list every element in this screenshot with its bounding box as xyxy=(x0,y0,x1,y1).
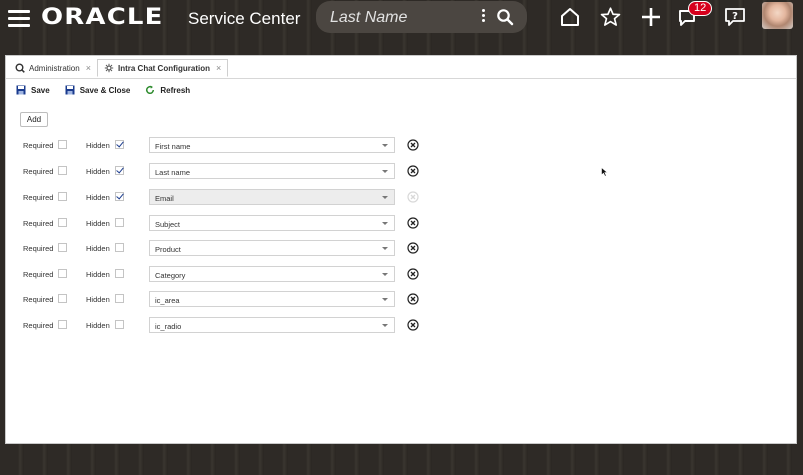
required-label: Required xyxy=(23,295,54,304)
search-bar xyxy=(316,1,527,33)
hidden-label: Hidden xyxy=(86,321,110,330)
list-item: Required Hidden First name xyxy=(6,137,426,155)
field-select[interactable]: First name xyxy=(149,137,395,153)
refresh-button[interactable]: Refresh xyxy=(145,85,190,95)
field-select[interactable]: Last name xyxy=(149,163,395,179)
save-and-close-button[interactable]: Save & Close xyxy=(65,85,130,95)
search-icon[interactable] xyxy=(496,8,514,26)
hidden-label: Hidden xyxy=(86,244,110,253)
required-checkbox[interactable] xyxy=(58,218,67,227)
user-avatar[interactable] xyxy=(762,2,793,29)
product-name: Service Center xyxy=(188,9,301,28)
required-label: Required xyxy=(23,270,54,279)
close-icon[interactable]: × xyxy=(216,63,221,73)
chevron-down-icon xyxy=(382,170,388,173)
hidden-label: Hidden xyxy=(86,270,110,279)
tab-label: Intra Chat Configuration xyxy=(118,63,210,73)
required-checkbox[interactable] xyxy=(58,192,67,201)
remove-icon[interactable] xyxy=(407,217,419,229)
close-icon[interactable]: × xyxy=(86,63,91,73)
required-checkbox[interactable] xyxy=(58,243,67,252)
required-checkbox[interactable] xyxy=(58,166,67,175)
chevron-down-icon xyxy=(382,298,388,301)
remove-icon[interactable] xyxy=(407,242,419,254)
chevron-down-icon xyxy=(382,196,388,199)
help-icon[interactable]: ? xyxy=(724,6,746,28)
notification-badge[interactable]: 12 xyxy=(688,1,713,16)
tab-intra-chat-configuration[interactable]: Intra Chat Configuration × xyxy=(97,59,229,77)
list-item: Required Hidden Email xyxy=(6,189,426,207)
field-select: Email xyxy=(149,189,395,205)
remove-icon[interactable] xyxy=(407,165,419,177)
hidden-checkbox[interactable] xyxy=(115,140,124,149)
home-icon[interactable] xyxy=(559,6,581,28)
search-options-icon[interactable] xyxy=(482,9,486,25)
list-item: Required Hidden Subject xyxy=(6,215,426,233)
required-label: Required xyxy=(23,167,54,176)
add-button[interactable]: Add xyxy=(20,112,48,127)
main-panel: Administration × Intra Chat Configuratio… xyxy=(5,55,797,444)
remove-icon xyxy=(407,191,419,203)
mouse-cursor-icon xyxy=(601,167,609,177)
tab-label: Administration xyxy=(29,63,80,73)
remove-icon[interactable] xyxy=(407,268,419,280)
config-icon xyxy=(104,63,114,73)
save-close-icon xyxy=(65,85,75,95)
tab-bar: Administration × Intra Chat Configuratio… xyxy=(6,56,796,79)
required-label: Required xyxy=(23,193,54,202)
list-item: Required Hidden Category xyxy=(6,266,426,284)
required-checkbox[interactable] xyxy=(58,320,67,329)
required-checkbox[interactable] xyxy=(58,140,67,149)
hidden-label: Hidden xyxy=(86,141,110,150)
tab-administration[interactable]: Administration × xyxy=(9,59,97,77)
chevron-down-icon xyxy=(382,273,388,276)
list-item: Required Hidden ic_area xyxy=(6,291,426,309)
chevron-down-icon xyxy=(382,144,388,147)
field-select[interactable]: Product xyxy=(149,240,395,256)
hidden-label: Hidden xyxy=(86,219,110,228)
remove-icon[interactable] xyxy=(407,319,419,331)
plus-icon[interactable] xyxy=(640,6,662,28)
field-select[interactable]: ic_radio xyxy=(149,317,395,333)
hidden-checkbox[interactable] xyxy=(115,243,124,252)
hidden-checkbox[interactable] xyxy=(115,192,124,201)
star-icon[interactable] xyxy=(599,6,622,28)
hidden-label: Hidden xyxy=(86,167,110,176)
hidden-checkbox[interactable] xyxy=(115,269,124,278)
chevron-down-icon xyxy=(382,247,388,250)
hidden-label: Hidden xyxy=(86,295,110,304)
save-button[interactable]: Save xyxy=(16,85,50,95)
hidden-checkbox[interactable] xyxy=(115,218,124,227)
required-label: Required xyxy=(23,141,54,150)
required-label: Required xyxy=(23,244,54,253)
svg-text:?: ? xyxy=(732,11,738,22)
chevron-down-icon xyxy=(382,222,388,225)
menu-icon[interactable] xyxy=(8,10,30,28)
required-checkbox[interactable] xyxy=(58,269,67,278)
field-select[interactable]: Category xyxy=(149,266,395,282)
toolbar: Save Save & Close Refresh xyxy=(16,83,205,97)
admin-icon xyxy=(15,63,25,73)
hidden-checkbox[interactable] xyxy=(115,294,124,303)
save-icon xyxy=(16,85,26,95)
hidden-checkbox[interactable] xyxy=(115,166,124,175)
top-bar: ORACLE Service Center 12 ? xyxy=(0,0,803,40)
remove-icon[interactable] xyxy=(407,139,419,151)
list-item: Required Hidden Last name xyxy=(6,163,426,181)
hidden-checkbox[interactable] xyxy=(115,320,124,329)
required-label: Required xyxy=(23,321,54,330)
field-select[interactable]: Subject xyxy=(149,215,395,231)
required-label: Required xyxy=(23,219,54,228)
list-item: Required Hidden Product xyxy=(6,240,426,258)
remove-icon[interactable] xyxy=(407,293,419,305)
list-item: Required Hidden ic_radio xyxy=(6,317,426,335)
required-checkbox[interactable] xyxy=(58,294,67,303)
refresh-icon xyxy=(146,85,155,94)
chevron-down-icon xyxy=(382,324,388,327)
oracle-logo: ORACLE xyxy=(41,5,164,30)
hidden-label: Hidden xyxy=(86,193,110,202)
field-select[interactable]: ic_area xyxy=(149,291,395,307)
search-input[interactable] xyxy=(328,6,482,30)
